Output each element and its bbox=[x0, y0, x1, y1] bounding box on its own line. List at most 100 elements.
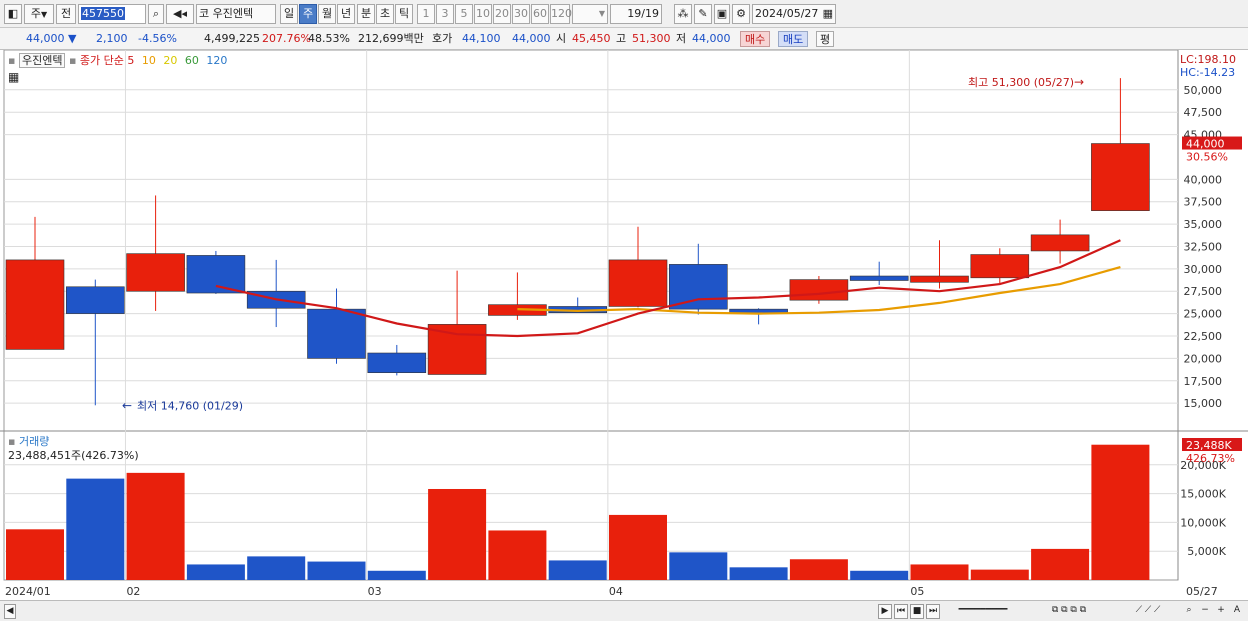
stock-name-field[interactable]: 코 우진엔텍 bbox=[196, 4, 276, 24]
interval-60[interactable]: 60 bbox=[531, 4, 549, 24]
buy-button[interactable]: 매수 bbox=[740, 31, 771, 47]
candle-body bbox=[910, 275, 969, 283]
arrow-left-icon: ← bbox=[122, 398, 132, 412]
quote-bar: 44,000 ▼ 2,100 -4.56% 4,499,225 207.76% … bbox=[0, 28, 1248, 50]
search-icon[interactable]: ⌕ bbox=[148, 4, 164, 24]
volume-bar bbox=[66, 478, 125, 580]
volume-bar bbox=[428, 488, 487, 580]
calculator-icon[interactable]: ▦ bbox=[8, 70, 19, 84]
gear-icon[interactable]: ⚙ bbox=[732, 4, 750, 24]
bottom-scrollbar: ◀ ▶ ⏮ ■ ⏭ ━━━━━━━━━ ⧉ ⧉ ⧉ ⧉ ⟋ ⟋ ⟋ ⌕ − + … bbox=[0, 600, 1248, 621]
interval-30[interactable]: 30 bbox=[512, 4, 530, 24]
volume-tick-label: 5,000K bbox=[1187, 545, 1226, 558]
last-vol-pct-label: 426.73% bbox=[1186, 452, 1235, 465]
draw-tool-icon[interactable]: ✎ bbox=[694, 4, 712, 24]
volume-bar bbox=[247, 556, 306, 580]
bid-price: 44,000 bbox=[512, 32, 551, 45]
rewind-icon[interactable]: ⏮ bbox=[894, 604, 908, 619]
interval-120[interactable]: 120 bbox=[550, 4, 572, 24]
font-icon[interactable]: A bbox=[1230, 604, 1244, 619]
zoom-in-icon[interactable]: + bbox=[1214, 604, 1228, 619]
open-price: 45,450 bbox=[572, 32, 611, 45]
candle-body bbox=[126, 253, 185, 292]
period-second[interactable]: 초 bbox=[376, 4, 394, 24]
high-annotation: 최고 51,300 (05/27) bbox=[968, 76, 1074, 89]
price-tick-label: 37,500 bbox=[1184, 196, 1223, 209]
count-select[interactable]: ▼ bbox=[572, 4, 608, 24]
volume-bar bbox=[669, 552, 728, 580]
stock-code: 457550 bbox=[81, 7, 125, 20]
volume-ratio: 207.76% bbox=[262, 32, 311, 45]
current-price: 44,000 ▼ bbox=[26, 31, 76, 47]
volume-value-label: 23,488,451주(426.73%) bbox=[8, 449, 139, 462]
legend-ma-5: 5 bbox=[127, 54, 135, 67]
turnover: 48.53% bbox=[308, 32, 350, 45]
x-tick-label: 2024/01 bbox=[5, 585, 51, 598]
zoom-icon[interactable]: ⌕ bbox=[1182, 604, 1196, 619]
last-volume-label: 23,488K bbox=[1186, 439, 1232, 452]
interval-3[interactable]: 3 bbox=[436, 4, 454, 24]
volume-bar bbox=[488, 530, 547, 580]
candle-body bbox=[66, 286, 125, 314]
price-tick-label: 30,000 bbox=[1184, 263, 1223, 276]
candle-body bbox=[186, 255, 246, 294]
stock-code-input[interactable]: 457550 bbox=[78, 4, 146, 24]
last-pct-label: 30.56% bbox=[1186, 151, 1228, 164]
fast-forward-icon[interactable]: ⏭ bbox=[926, 604, 940, 619]
ask-price: 44,100 bbox=[462, 32, 501, 45]
market-select[interactable]: 주▼ bbox=[24, 4, 54, 24]
change-pct: -4.56% bbox=[138, 32, 177, 45]
speaker-icon[interactable]: ◀◂ bbox=[166, 4, 194, 24]
pane-marker-icon: ▪ bbox=[8, 54, 16, 67]
candle-body bbox=[5, 259, 65, 350]
volume-bar bbox=[367, 570, 426, 580]
zoom-out-icon[interactable]: − bbox=[1198, 604, 1212, 619]
indicator-icon[interactable]: ⁂ bbox=[674, 4, 692, 24]
period-week[interactable]: 주 bbox=[299, 4, 317, 24]
period-day[interactable]: 일 bbox=[280, 4, 298, 24]
period-month[interactable]: 월 bbox=[318, 4, 336, 24]
interval-1[interactable]: 1 bbox=[417, 4, 435, 24]
volume-bar bbox=[126, 472, 185, 580]
volume-bar bbox=[850, 570, 909, 580]
interval-10[interactable]: 10 bbox=[474, 4, 492, 24]
x-tick-label: 05 bbox=[910, 585, 924, 598]
candlestick-series bbox=[5, 78, 1150, 406]
window-icon[interactable]: ◧ bbox=[4, 4, 22, 24]
price-tick-label: 40,000 bbox=[1184, 173, 1223, 186]
x-tick-label: 03 bbox=[368, 585, 382, 598]
volume-bar bbox=[6, 529, 64, 580]
interval-20[interactable]: 20 bbox=[493, 4, 511, 24]
price-legend: ▪ 우진엔텍 ▪ 종가 단순 5 10 20 60 120 bbox=[8, 52, 227, 68]
price-tick-label: 50,000 bbox=[1184, 84, 1223, 97]
zoom-slider[interactable]: ━━━━━━━━━ bbox=[948, 604, 1018, 619]
period-minute[interactable]: 분 bbox=[357, 4, 375, 24]
date-field[interactable]: 2024/05/27 ▦ bbox=[752, 4, 836, 24]
drawing-tools-icon[interactable]: ⧉ ⧉ ⧉ ⧉ bbox=[1024, 604, 1114, 619]
price-tick-label: 20,000 bbox=[1184, 352, 1223, 365]
sell-button[interactable]: 매도 bbox=[778, 31, 809, 47]
pane-marker-icon: ▪ bbox=[68, 54, 77, 67]
period-tick[interactable]: 틱 bbox=[395, 4, 413, 24]
stop-icon[interactable]: ■ bbox=[910, 604, 924, 619]
eval-button[interactable]: 평 bbox=[816, 31, 835, 47]
prev-button[interactable]: 전 bbox=[56, 4, 76, 24]
chart-grid bbox=[0, 50, 1248, 581]
arrow-right-icon: → bbox=[1074, 75, 1084, 89]
volume-bar bbox=[970, 569, 1029, 580]
low-annotation: 최저 14,760 (01/29) bbox=[137, 399, 243, 412]
scroll-next-icon[interactable]: ▶ bbox=[878, 604, 892, 619]
candle-body bbox=[970, 254, 1030, 279]
last-price-label: 44,000 bbox=[1186, 138, 1225, 151]
chevron-down-icon: ▼ bbox=[40, 10, 48, 19]
trendline-tools-icon[interactable]: ⟋ ⟋ ⟋ bbox=[1116, 604, 1180, 619]
period-year[interactable]: 년 bbox=[337, 4, 355, 24]
legend-stock[interactable]: 우진엔텍 bbox=[18, 53, 66, 68]
stock-chart[interactable]: 15,000 17,500 20,000 22,500 25,000 27,500 30,0… bbox=[0, 50, 1248, 600]
interval-5[interactable]: 5 bbox=[455, 4, 473, 24]
volume-bar bbox=[307, 561, 366, 580]
trade-amount: 212,699백만 bbox=[358, 32, 424, 45]
low-price: 44,000 bbox=[692, 32, 731, 45]
save-icon[interactable]: ▣ bbox=[714, 4, 730, 24]
scroll-left-icon[interactable]: ◀ bbox=[4, 604, 16, 619]
